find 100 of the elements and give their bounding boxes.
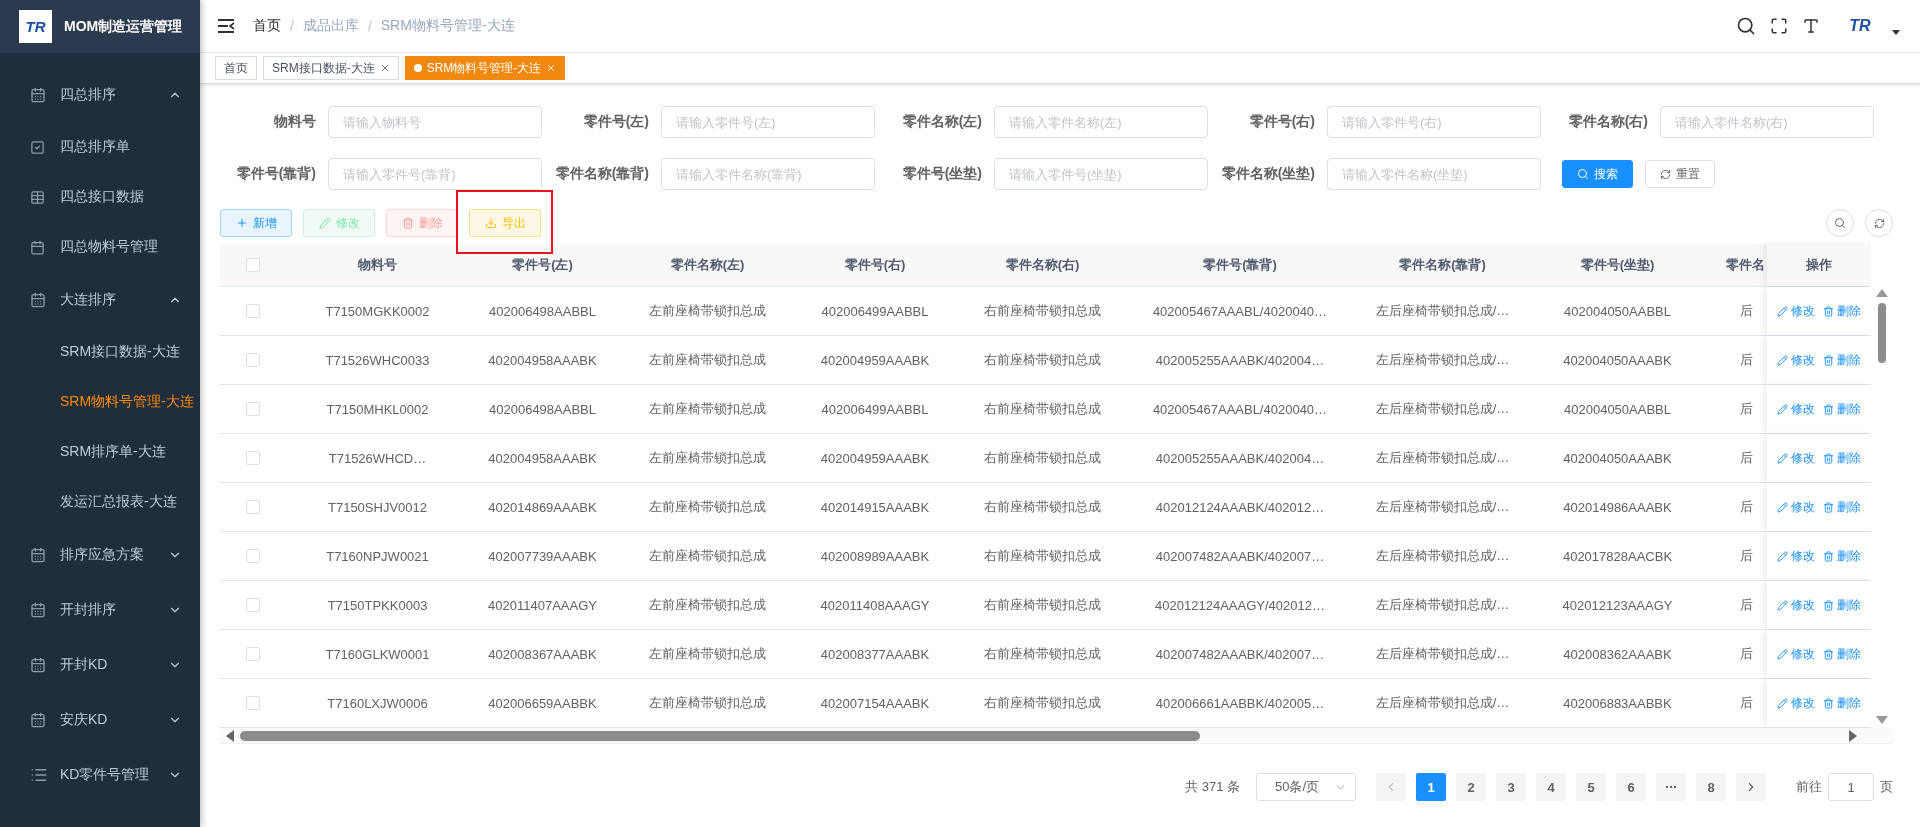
page-button[interactable]: 6 [1616, 773, 1646, 801]
table-cell-text: 左前座椅带锁扣总成 [648, 302, 767, 320]
checkbox[interactable] [245, 500, 260, 514]
field-label: 零件名称(右) [1567, 113, 1648, 131]
delete-link[interactable]: 删除 [1823, 596, 1861, 614]
menu-group[interactable]: 安庆KD [0, 692, 200, 747]
edit-link[interactable]: 修改 [1777, 302, 1815, 320]
scroll-up-icon[interactable] [1876, 289, 1888, 297]
fullscreen-icon[interactable] [1770, 17, 1788, 35]
delete-link[interactable]: 删除 [1823, 645, 1861, 663]
add-button[interactable]: 新增 [220, 209, 292, 237]
checkbox[interactable] [245, 451, 260, 465]
edit-link[interactable]: 修改 [1777, 351, 1815, 369]
menu-group[interactable]: 开封排序 [0, 582, 200, 637]
refresh-button[interactable] [1865, 209, 1893, 237]
checkbox[interactable] [245, 696, 260, 710]
scroll-right-icon[interactable] [1849, 729, 1857, 742]
table-cell-text: 左后座椅带锁扣总成/… [1374, 302, 1511, 320]
menu-group[interactable]: KD零件号管理 [0, 747, 200, 802]
edit-link[interactable]: 修改 [1777, 498, 1815, 516]
table-cell-text: 左前座椅带锁扣总成 [648, 547, 767, 565]
edit-link[interactable]: 修改 [1777, 547, 1815, 565]
delete-link[interactable]: 删除 [1823, 498, 1861, 516]
checkbox[interactable] [245, 647, 260, 661]
edit-link[interactable]: 修改 [1777, 449, 1815, 467]
table-cell-text: T7150TPKK0003 [326, 597, 429, 613]
menu-toggle-icon[interactable] [217, 18, 235, 34]
page-button[interactable]: 1 [1416, 773, 1446, 801]
scroll-left-icon[interactable] [226, 729, 234, 742]
menu-item[interactable]: SRM接口数据-大连 [0, 327, 200, 377]
table-cell-text: 402004959AAABK [819, 352, 931, 368]
scrollbar-thumb[interactable] [1878, 303, 1886, 363]
avatar[interactable]: TR [1842, 11, 1878, 41]
menu-item[interactable]: 发运汇总报表-大连 [0, 477, 200, 527]
menu-group[interactable]: 排序应急方案 [0, 527, 200, 582]
input-field[interactable]: 请输入零件名称(右) [1660, 106, 1874, 138]
table-cell-text: 402007739AAABK [487, 548, 598, 564]
checkbox[interactable] [245, 353, 260, 367]
page-button[interactable]: 2 [1456, 773, 1486, 801]
delete-link[interactable]: 删除 [1823, 351, 1861, 369]
search-button[interactable]: 搜索 [1562, 160, 1633, 188]
menu-group[interactable]: 四总排序 [0, 67, 200, 122]
page-button[interactable]: 8 [1696, 773, 1726, 801]
scroll-down-icon[interactable] [1876, 716, 1888, 724]
delete-link[interactable]: 删除 [1823, 449, 1861, 467]
edit-link[interactable]: 修改 [1777, 694, 1815, 712]
table-cell-text: 402005255AAABK/402004… [1154, 450, 1326, 466]
search-icon[interactable] [1736, 16, 1756, 36]
reset-button[interactable]: 重置 [1645, 160, 1715, 188]
input-field[interactable]: 请输入零件号(左) [661, 106, 875, 138]
status-dot [413, 64, 422, 72]
search-button[interactable] [1826, 209, 1854, 237]
menu-item[interactable]: 四总物料号管理 [0, 222, 200, 272]
horizontal-scrollbar[interactable] [220, 728, 1893, 744]
delete-link[interactable]: 删除 [1823, 694, 1861, 712]
menu-item[interactable]: 四总接口数据 [0, 172, 200, 222]
table-cell-text: 402004958AAABK [487, 450, 598, 466]
edit-link[interactable]: 修改 [1777, 645, 1815, 663]
menu-item[interactable]: 四总排序单 [0, 122, 200, 172]
page-tab[interactable]: 首页 [215, 56, 257, 80]
font-size-icon[interactable] [1802, 17, 1820, 35]
input-field[interactable]: 请输入零件号(右) [1327, 106, 1541, 138]
page-button[interactable]: 5 [1576, 773, 1606, 801]
scrollbar-thumb[interactable] [240, 730, 1200, 741]
page-button[interactable]: 4 [1536, 773, 1566, 801]
checkbox[interactable] [245, 549, 260, 563]
menu-group[interactable]: 大连排序 [0, 272, 200, 327]
checkbox[interactable] [245, 258, 260, 272]
checkbox[interactable] [245, 598, 260, 612]
checkbox[interactable] [245, 304, 260, 318]
column-header: 零件名称(靠背) [1398, 256, 1487, 274]
page-size-select[interactable]: 50条/页 [1256, 773, 1356, 801]
page-button[interactable]: 3 [1496, 773, 1526, 801]
page-tab[interactable]: SRM接口数据-大连 [263, 56, 399, 80]
input-field[interactable]: 请输入零件名称(左) [994, 106, 1208, 138]
breadcrumb-item[interactable]: 首页 [253, 17, 281, 35]
menu-group[interactable]: 开封KD [0, 637, 200, 692]
table-cell-text: 左前座椅带锁扣总成 [648, 498, 767, 516]
checkbox-icon [30, 139, 45, 155]
input-field[interactable]: 请输入物料号 [328, 106, 542, 138]
menu-item[interactable]: SRM物料号管理-大连 [0, 377, 200, 427]
input-field[interactable]: 请输入零件名称(靠背) [661, 158, 875, 190]
input-field[interactable]: 请输入零件名称(坐垫) [1327, 158, 1541, 190]
checkbox[interactable] [245, 402, 260, 416]
input-field[interactable]: 请输入零件号(坐垫) [994, 158, 1208, 190]
delete-link[interactable]: 删除 [1823, 400, 1861, 418]
close-icon[interactable] [546, 63, 557, 73]
close-icon[interactable] [379, 63, 390, 73]
edit-link[interactable]: 修改 [1777, 596, 1815, 614]
download-icon [484, 217, 497, 229]
page-input[interactable]: 1 [1828, 773, 1874, 801]
caret-icon[interactable] [1892, 29, 1900, 35]
delete-link[interactable]: 删除 [1823, 302, 1861, 320]
input-field[interactable]: 请输入零件号(靠背) [328, 158, 542, 190]
trash-icon [1823, 599, 1834, 611]
table-cell-text: 402012124AAAGY/402012… [1154, 597, 1326, 613]
menu-item[interactable]: SRM排序单-大连 [0, 427, 200, 477]
delete-link[interactable]: 删除 [1823, 547, 1861, 565]
table-cell-text: 402005467AAABL/4020040… [1151, 303, 1329, 319]
edit-link[interactable]: 修改 [1777, 400, 1815, 418]
